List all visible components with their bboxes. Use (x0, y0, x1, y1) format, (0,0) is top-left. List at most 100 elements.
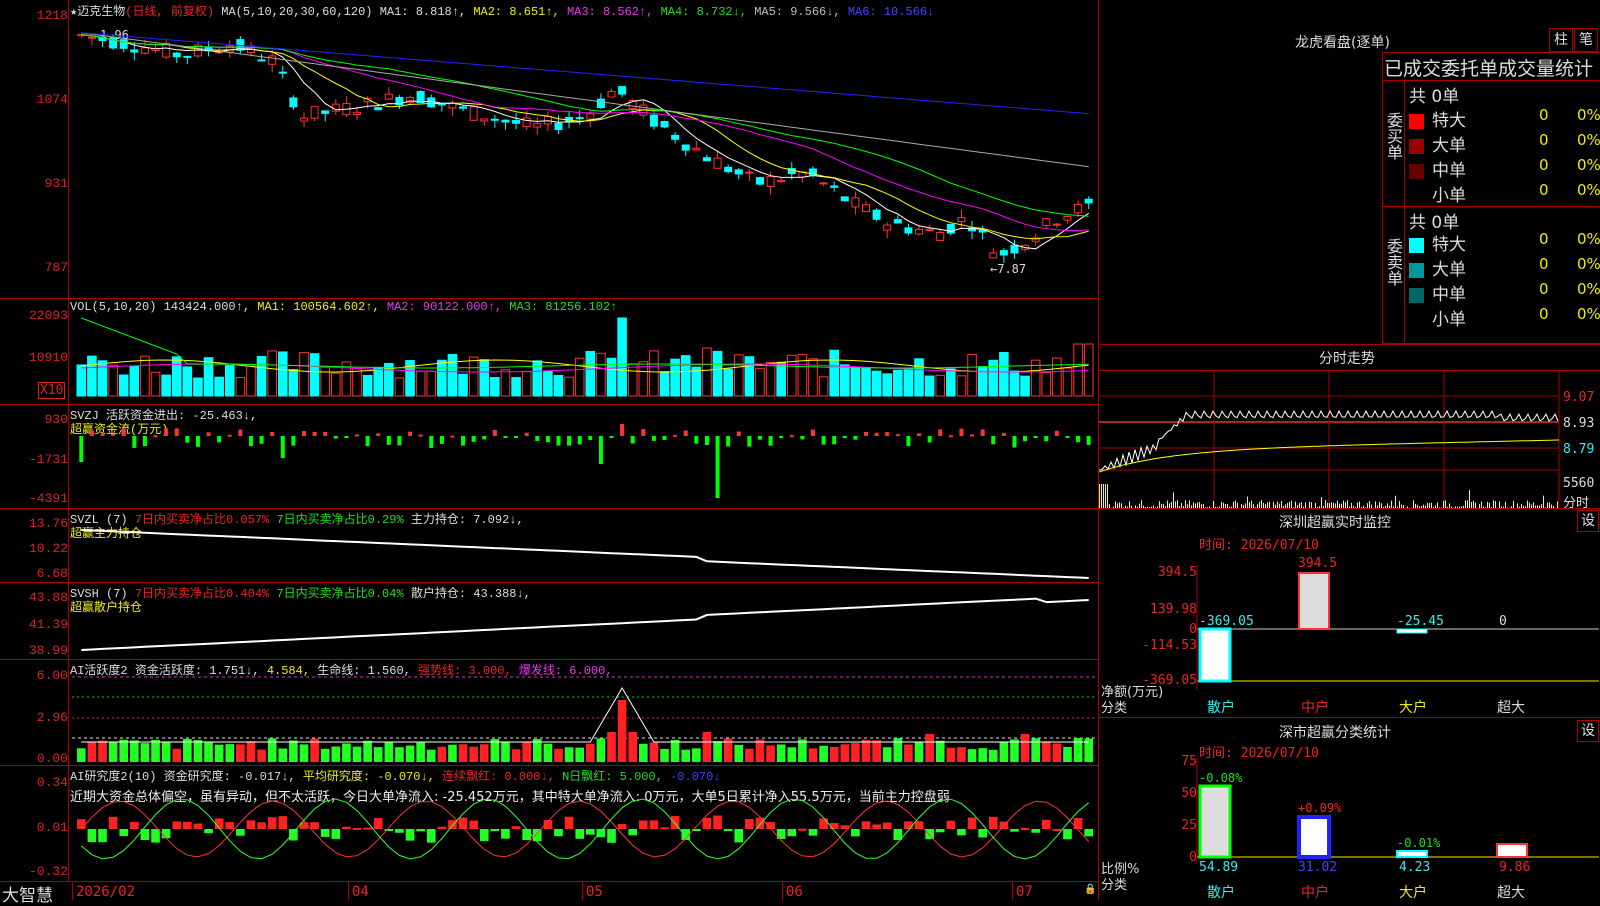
flow-bar (154, 435, 158, 437)
flow-bar (641, 429, 645, 436)
flow-bar (185, 436, 189, 443)
flow-bar (864, 432, 868, 436)
flow-bar (726, 436, 730, 446)
flow-bar (1034, 436, 1038, 438)
flow-bar (673, 435, 677, 437)
activity-bar (522, 742, 531, 762)
research-bar (533, 829, 542, 841)
activity-bar (554, 749, 563, 762)
intraday-vol-label: 5560 (1563, 476, 1594, 491)
research-bar (501, 829, 510, 839)
candle-body (1053, 224, 1060, 225)
candle-body (650, 115, 657, 126)
research-bar (575, 829, 584, 839)
research-bar (756, 818, 765, 829)
flow-bar (334, 436, 338, 439)
order-swatch (1409, 313, 1424, 328)
stats-xlabel: 分类 (1101, 874, 1127, 893)
research-bar (650, 820, 659, 829)
activity-bar (862, 740, 871, 762)
intraday-vol-bar (1513, 501, 1514, 508)
activity-bar (342, 743, 351, 762)
activity-bar (215, 745, 224, 762)
tick-mode-button[interactable]: 笔 (1574, 28, 1598, 52)
flow-bar (291, 436, 295, 446)
flow-bar (620, 424, 624, 436)
volume-bar (597, 353, 606, 396)
volume-bar (819, 377, 828, 396)
order-name: 特大 (1432, 111, 1466, 131)
flow-bar (228, 435, 232, 437)
flow-bar (1012, 436, 1016, 448)
stats-value-label: 54.89 (1199, 860, 1238, 875)
chart-area[interactable]: ★迈克生物(日线, 前复权) MA(5,10,20,30,60,120) MA1… (0, 0, 1098, 900)
volume-bar (681, 356, 690, 396)
monitor-xlabel: 分类 (1101, 697, 1127, 716)
research-bar (915, 821, 924, 829)
research-bar (119, 829, 128, 836)
order-pct: 0% (1577, 106, 1600, 124)
flow-bar (779, 436, 783, 438)
activity-bar (915, 742, 924, 762)
order-swatch (1409, 189, 1424, 204)
order-name: 中单 (1432, 285, 1466, 305)
volume-bar (257, 357, 266, 396)
research-bar (130, 822, 139, 829)
candle-body (460, 107, 467, 108)
flow-bar (1002, 433, 1006, 436)
flow-bar (461, 436, 465, 446)
flow-bar (387, 436, 391, 445)
activity-line (81, 688, 1088, 742)
order-swatch (1409, 164, 1424, 179)
monitor-value-label: 394.5 (1298, 556, 1337, 571)
volume-bar (491, 377, 500, 396)
activity-bar (151, 740, 160, 762)
activity-bar (172, 749, 181, 762)
activity-bar (766, 745, 775, 762)
candle-body (1075, 204, 1082, 212)
flow-bar (716, 436, 720, 498)
activity-bar (841, 744, 850, 762)
candle-body (481, 119, 488, 121)
order-swatch (1409, 263, 1424, 278)
monitor-settings-button[interactable]: 设 (1577, 510, 1599, 532)
volume-bar (1053, 358, 1062, 396)
volume-bar (204, 358, 213, 396)
flow-bar (175, 428, 179, 436)
order-swatch (1409, 139, 1424, 154)
volume-bar (268, 351, 277, 396)
flow-bar (599, 436, 603, 464)
activity-bar (363, 741, 372, 762)
candle-body (587, 114, 594, 119)
order-count: 0 (1539, 230, 1549, 248)
research-bar (798, 829, 807, 831)
section-divider (1099, 508, 1600, 509)
intraday-vol-bar (1175, 501, 1176, 508)
bar-mode-button[interactable]: 柱 (1549, 28, 1573, 52)
stats-settings-button[interactable]: 设 (1577, 720, 1599, 742)
flow-bar (1065, 436, 1069, 438)
intraday-vol-bar (1557, 501, 1558, 508)
research-bar (565, 817, 574, 829)
stats-axis-label: 25 (1159, 818, 1197, 833)
flow-bar (143, 436, 147, 446)
volume-bar (247, 366, 256, 396)
volume-bar (1010, 371, 1019, 396)
intraday-vol-bar (1467, 500, 1468, 508)
activity-bar (872, 740, 881, 762)
volume-bar (469, 357, 478, 396)
candle-body (746, 172, 753, 173)
volume-bar (586, 351, 595, 396)
order-swatch (1409, 288, 1424, 303)
candle-body (778, 180, 785, 181)
stats-value-label: 9.86 (1499, 860, 1530, 875)
flow-bar (928, 436, 932, 442)
chart-canvas[interactable] (0, 0, 1098, 900)
candle-body (905, 228, 912, 233)
research-bar (491, 829, 500, 831)
volume-bar (353, 368, 362, 396)
volume-bar (427, 371, 436, 396)
flow-bar (503, 436, 507, 438)
intraday-vol-bar (1399, 501, 1400, 508)
activity-bar (257, 750, 266, 762)
